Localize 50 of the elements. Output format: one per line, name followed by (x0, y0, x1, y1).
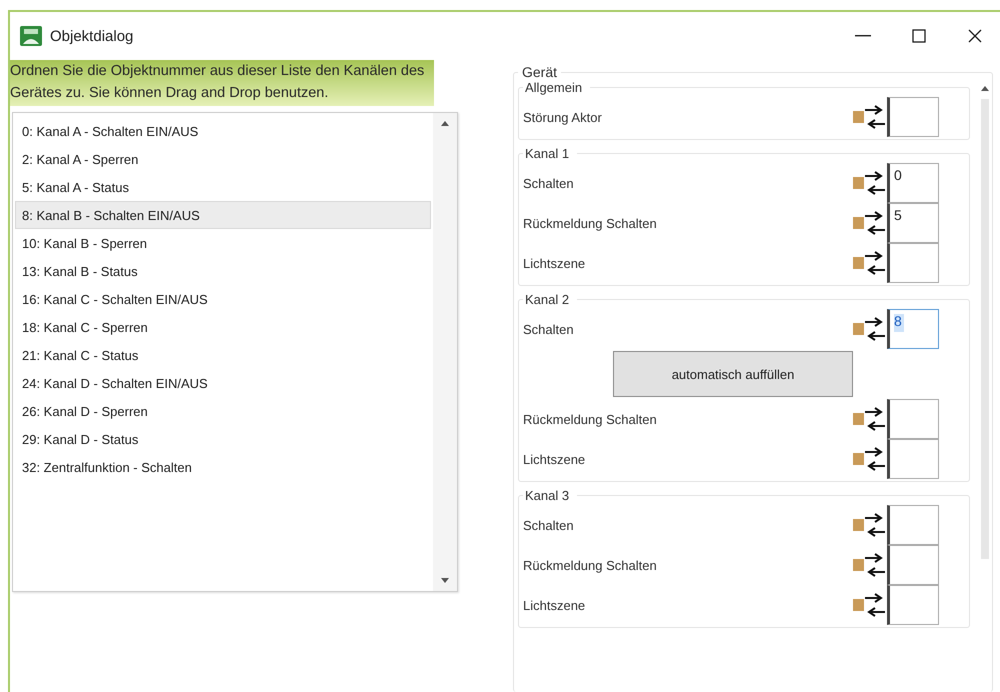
object-label: Lichtszene (523, 598, 586, 612)
object-label: Schalten (523, 322, 575, 336)
object-number-field[interactable] (887, 585, 939, 625)
scroll-up-icon[interactable] (441, 121, 449, 126)
group-title: Kanal 2 (524, 292, 570, 307)
object-number-field[interactable]: 5 (887, 203, 939, 243)
list-item[interactable]: 18: Kanal C - Sperren (15, 313, 431, 341)
object-label: Schalten (523, 176, 575, 190)
object-label: Lichtszene (523, 452, 586, 466)
maximize-icon (912, 29, 926, 43)
object-number-field[interactable] (887, 243, 939, 283)
object-label: Lichtszene (523, 256, 586, 270)
list-item[interactable]: 0: Kanal A - Schalten EIN/AUS (15, 117, 431, 145)
list-item[interactable]: 10: Kanal B - Sperren (15, 229, 431, 257)
list-item[interactable]: 29: Kanal D - Status (15, 425, 431, 453)
scrollbar[interactable] (433, 113, 457, 591)
object-label: Rückmeldung Schalten (523, 558, 658, 572)
group-title: Kanal 1 (524, 146, 570, 161)
object-number-field[interactable] (887, 97, 939, 137)
group-title: Kanal 3 (524, 488, 570, 503)
object-number-field[interactable] (887, 505, 939, 545)
list-item[interactable]: 32: Zentralfunktion - Schalten (15, 453, 431, 481)
object-number-field[interactable] (887, 439, 939, 479)
scroll-up-icon[interactable] (981, 86, 989, 91)
app-logo-icon (20, 26, 42, 46)
object-label: Schalten (523, 518, 575, 532)
panel-title: Gerät (521, 64, 558, 80)
scrollbar-thumb[interactable] (981, 99, 989, 559)
list-item[interactable]: 24: Kanal D - Schalten EIN/AUS (15, 369, 431, 397)
object-label: Störung Aktor (523, 110, 603, 124)
object-number-field[interactable]: 8 (887, 309, 939, 349)
list-item[interactable]: 8: Kanal B - Schalten EIN/AUS (15, 201, 431, 229)
list-item[interactable]: 26: Kanal D - Sperren (15, 397, 431, 425)
list-item[interactable]: 13: Kanal B - Status (15, 257, 431, 285)
scroll-down-icon[interactable] (441, 578, 449, 583)
instruction-text: Ordnen Sie die Objektnummer aus dieser Liste den Kanälen des Gerätes zu. Sie können Drag and Drop benutzen. (10, 60, 434, 106)
list-item[interactable]: 21: Kanal C - Status (15, 341, 431, 369)
list-item[interactable]: 5: Kanal A - Status (15, 173, 431, 201)
object-number-field[interactable] (887, 399, 939, 439)
window-title: Objektdialog (50, 28, 134, 44)
list-item[interactable]: 16: Kanal C - Schalten EIN/AUS (15, 285, 431, 313)
group-title: Allgemein (524, 80, 584, 95)
object-number-field[interactable] (887, 545, 939, 585)
minimize-icon (855, 35, 871, 37)
object-number-field[interactable]: 0 (887, 163, 939, 203)
close-icon (968, 29, 982, 43)
list-item[interactable]: 2: Kanal A - Sperren (15, 145, 431, 173)
auto-fill-button[interactable]: automatisch auffüllen (613, 351, 853, 397)
object-label: Rückmeldung Schalten (523, 216, 658, 230)
object-label: Rückmeldung Schalten (523, 412, 658, 426)
